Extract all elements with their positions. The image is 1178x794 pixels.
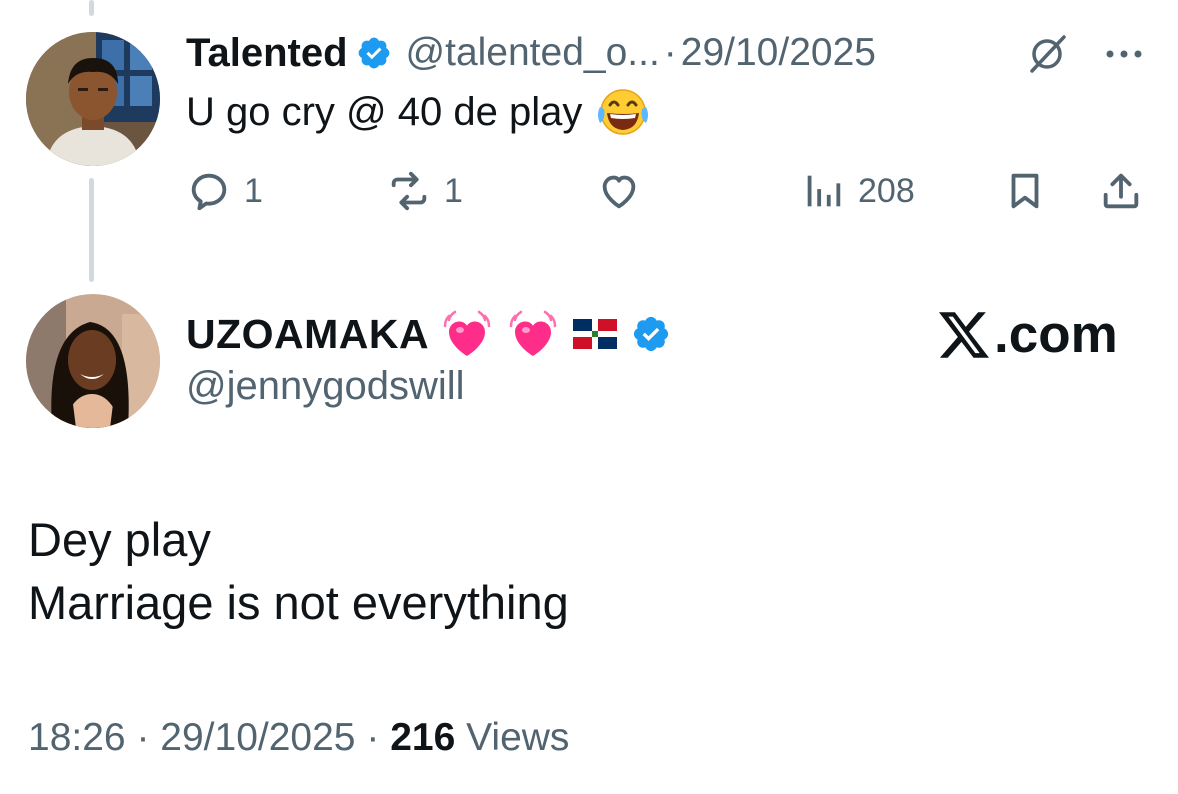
growing-heart-icon (443, 310, 491, 356)
reply-line-1: Dey play (28, 513, 211, 566)
reply-button[interactable]: 1 (186, 166, 263, 216)
tweet-meta: 18:26 · 29/10/2025 · 216 Views (28, 716, 569, 760)
views-total: 216 (390, 716, 456, 759)
x-com-text: .com (994, 305, 1118, 364)
growing-heart-icon (509, 310, 557, 356)
views-button[interactable]: 208 (800, 166, 915, 216)
bookmark-icon (1011, 173, 1039, 209)
separator-dot: · (136, 716, 150, 759)
reply-count: 1 (244, 171, 263, 210)
parent-date[interactable]: 29/10/2025 (681, 31, 876, 75)
more-icon[interactable] (1102, 40, 1146, 68)
x-com-watermark: .com (936, 304, 1118, 365)
separator-dot: · (663, 31, 677, 74)
share-button[interactable] (1098, 166, 1144, 216)
views-label: Views (466, 716, 570, 759)
share-icon (1103, 173, 1139, 209)
separator-dot: · (366, 716, 380, 759)
reply-author-name[interactable]: UZOAMAKA (186, 311, 429, 358)
x-logo-icon (939, 311, 989, 358)
tweet-time[interactable]: 18:26 (28, 716, 126, 759)
parent-tweet-body: U go cry @ 40 de play (186, 89, 583, 134)
views-count: 208 (858, 171, 915, 210)
laughing-emoji-icon (598, 89, 649, 135)
views-icon (807, 175, 841, 207)
reply-handle[interactable]: @jennygodswill (186, 364, 465, 409)
reply-tweet-body: Dey play Marriage is not everything (28, 508, 569, 634)
grok-icon[interactable] (1024, 31, 1070, 77)
parent-handle[interactable]: @talented_o... (406, 31, 660, 75)
repost-icon (391, 171, 427, 211)
parent-author-name[interactable]: Talented (186, 31, 348, 76)
reply-avatar[interactable] (26, 294, 160, 428)
parent-tweet-header: Talented @talented_o... · 29/10/2025 (186, 28, 876, 78)
verified-badge-icon (634, 316, 669, 352)
verified-badge-icon (358, 37, 389, 69)
thread-line-top (89, 0, 94, 16)
reply-icon (191, 173, 227, 211)
reply-tweet-header: UZOAMAKA (186, 306, 671, 362)
repost-button[interactable]: 1 (386, 166, 463, 216)
reply-line-2: Marriage is not everything (28, 576, 569, 629)
like-button[interactable] (596, 166, 642, 216)
repost-count: 1 (444, 171, 463, 210)
bookmark-button[interactable] (1002, 166, 1048, 216)
parent-tweet-text: U go cry @ 40 de play (186, 85, 652, 139)
tweet-date[interactable]: 29/10/2025 (160, 716, 355, 759)
dominican-flag-icon (573, 319, 618, 349)
thread-line-bottom (89, 178, 94, 282)
like-icon (602, 175, 636, 209)
parent-avatar[interactable] (26, 32, 160, 166)
